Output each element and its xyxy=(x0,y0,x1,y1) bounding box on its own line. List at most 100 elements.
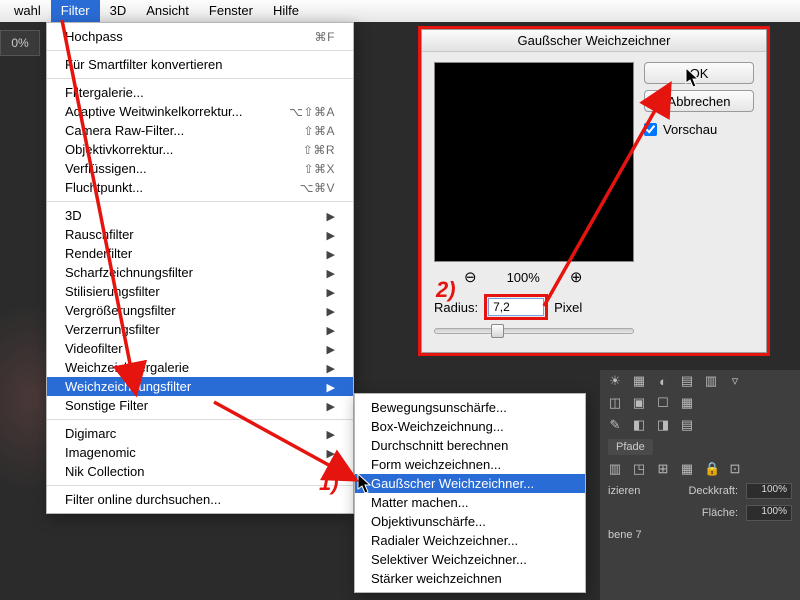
menu-wahl[interactable]: wahl xyxy=(4,0,51,22)
filter-menu-item[interactable]: Filter online durchsuchen... xyxy=(47,490,353,509)
chevron-right-icon: ▶ xyxy=(327,325,335,337)
filter-menu-item[interactable]: Adaptive Weitwinkelkorrektur...⌥⇧⌘A xyxy=(47,102,353,121)
filter-menu-item[interactable]: Objektivkorrektur...⇧⌘R xyxy=(47,140,353,159)
panel-icon[interactable]: ☀ xyxy=(608,373,622,389)
zoom-percent: 100% xyxy=(507,270,540,285)
panel-icon[interactable]: ⊞ xyxy=(656,461,670,477)
filter-menu-item[interactable]: Fluchtpunkt...⌥⌘V xyxy=(47,178,353,197)
blur-submenu-item[interactable]: Bewegungsunschärfe... xyxy=(355,398,585,417)
filter-menu-item[interactable]: Verzerrungsfilter▶ xyxy=(47,320,353,339)
panel-icon[interactable]: ◨ xyxy=(656,417,670,433)
blur-submenu-item[interactable]: Box-Weichzeichnung... xyxy=(355,417,585,436)
blur-submenu-item[interactable]: Form weichzeichnen... xyxy=(355,455,585,474)
panel-icon[interactable]: ▤ xyxy=(680,373,694,389)
filter-menu-item[interactable]: Vergrößerungsfilter▶ xyxy=(47,301,353,320)
filter-menu-item[interactable]: Hochpass⌘F xyxy=(47,27,353,46)
filter-menu-item[interactable]: Filtergalerie... xyxy=(47,83,353,102)
blur-submenu-item[interactable]: Selektiver Weichzeichner... xyxy=(355,550,585,569)
radius-input-highlight xyxy=(484,294,548,320)
right-panels: ☀ ▦ ◐ ▤ ▥ ▿ ◫ ▣ ☐ ▦ ✎ ◧ ◨ ▤ Pfade ▥ ◳ ⊞ ▦ 🔒 ⊡ izieren De… xyxy=(600,370,800,600)
chevron-right-icon: ▶ xyxy=(327,268,335,280)
panel-icon[interactable]: ▥ xyxy=(608,461,622,477)
filter-menu-item[interactable]: Videofilter▶ xyxy=(47,339,353,358)
chevron-right-icon: ▶ xyxy=(327,467,335,479)
fill-label: Fläche: xyxy=(702,507,738,519)
filter-menu-item[interactable]: Camera Raw-Filter...⇧⌘A xyxy=(47,121,353,140)
radius-input[interactable] xyxy=(488,298,544,316)
filter-menu-item[interactable]: Imagenomic▶ xyxy=(47,443,353,462)
blur-submenu-item[interactable]: Matter machen... xyxy=(355,493,585,512)
radius-slider[interactable] xyxy=(434,328,634,334)
panel-icons-row-3: ✎ ◧ ◨ ▤ xyxy=(600,414,800,436)
filter-menu-dropdown: Hochpass⌘F Für Smartfilter konvertieren Fi… xyxy=(46,22,354,514)
radius-label: Radius: xyxy=(434,300,478,315)
filter-menu-item[interactable]: 3D▶ xyxy=(47,206,353,225)
panel-icons-row-4: ▥ ◳ ⊞ ▦ 🔒 ⊡ xyxy=(600,458,800,480)
filter-menu-item[interactable]: Rauschfilter▶ xyxy=(47,225,353,244)
filter-menu-item[interactable]: Stilisierungsfilter▶ xyxy=(47,282,353,301)
dialog-title: Gaußscher Weichzeichner xyxy=(422,30,766,52)
zoom-level[interactable]: 0% xyxy=(0,30,40,56)
filter-menu-item[interactable]: Renderfilter▶ xyxy=(47,244,353,263)
chevron-right-icon: ▶ xyxy=(327,306,335,318)
cancel-button[interactable]: Abbrechen xyxy=(644,90,754,112)
chevron-right-icon: ▶ xyxy=(327,344,335,356)
gaussian-blur-dialog: Gaußscher Weichzeichner OK Abbrechen Vor… xyxy=(421,29,767,353)
layer-row[interactable]: bene 7 xyxy=(600,524,800,546)
blur-submenu-item[interactable]: Objektivunschärfe... xyxy=(355,512,585,531)
zoom-out-icon[interactable]: ⊖ xyxy=(464,268,477,286)
panel-icon[interactable]: ▦ xyxy=(680,461,694,477)
panel-icon[interactable]: ▣ xyxy=(632,395,646,411)
menu-3d[interactable]: 3D xyxy=(100,0,137,22)
blend-mode-field[interactable]: izieren xyxy=(608,485,640,497)
panel-tabs-row: Pfade xyxy=(600,436,800,458)
preview-checkbox[interactable] xyxy=(644,123,657,136)
panel-icon[interactable]: ◐ xyxy=(656,374,670,389)
panel-icon[interactable]: ◫ xyxy=(608,395,622,411)
opacity-label: Deckkraft: xyxy=(688,485,738,497)
filter-menu-item[interactable]: Verflüssigen...⇧⌘X xyxy=(47,159,353,178)
panel-icon[interactable]: ▦ xyxy=(680,395,694,411)
filter-menu-item[interactable]: Weichzeichnungsfilter▶ xyxy=(47,377,353,396)
layer-name: bene 7 xyxy=(608,529,642,541)
tab-paths[interactable]: Pfade xyxy=(608,439,653,455)
blur-submenu: Bewegungsunschärfe...Box-Weichzeichnung.… xyxy=(354,393,586,593)
filter-menu-item[interactable]: Nik Collection▶ xyxy=(47,462,353,481)
filter-menu-item[interactable]: Digimarc▶ xyxy=(47,424,353,443)
preview-area[interactable] xyxy=(434,62,634,262)
menu-fenster[interactable]: Fenster xyxy=(199,0,263,22)
blur-submenu-item[interactable]: Radialer Weichzeichner... xyxy=(355,531,585,550)
panel-icon[interactable]: ▥ xyxy=(704,373,718,389)
panel-icon[interactable]: ◳ xyxy=(632,461,646,477)
blur-submenu-item[interactable]: Durchschnitt berechnen xyxy=(355,436,585,455)
filter-menu-item[interactable]: Scharfzeichnungsfilter▶ xyxy=(47,263,353,282)
panel-icon[interactable]: ▤ xyxy=(680,417,694,433)
blur-submenu-item[interactable]: Stärker weichzeichnen xyxy=(355,569,585,588)
panel-icon[interactable]: ▦ xyxy=(632,373,646,389)
panel-icon[interactable]: ⊡ xyxy=(728,461,742,477)
menu-separator xyxy=(47,419,353,420)
dialog-highlight-frame: Gaußscher Weichzeichner OK Abbrechen Vor… xyxy=(418,26,770,356)
menu-ansicht[interactable]: Ansicht xyxy=(136,0,199,22)
preview-checkbox-row[interactable]: Vorschau xyxy=(644,122,754,137)
panel-icon[interactable]: 🔒 xyxy=(704,461,718,477)
adjustment-icons-row: ☀ ▦ ◐ ▤ ▥ ▿ xyxy=(600,370,800,392)
menu-filter[interactable]: Filter xyxy=(51,0,100,22)
opacity-value[interactable]: 100% xyxy=(746,483,792,499)
menu-hilfe[interactable]: Hilfe xyxy=(263,0,309,22)
panel-icon[interactable]: ✎ xyxy=(608,417,622,433)
ok-button[interactable]: OK xyxy=(644,62,754,84)
panel-icon[interactable]: ▿ xyxy=(728,373,742,389)
blur-submenu-item[interactable]: Gaußscher Weichzeichner... xyxy=(355,474,585,493)
chevron-right-icon: ▶ xyxy=(327,230,335,242)
radius-slider-thumb[interactable] xyxy=(491,324,504,338)
menu-separator xyxy=(47,485,353,486)
filter-menu-item[interactable]: Weichzeichnergalerie▶ xyxy=(47,358,353,377)
zoom-in-icon[interactable]: ⊕ xyxy=(570,268,583,286)
filter-menu-item[interactable]: Sonstige Filter▶ xyxy=(47,396,353,415)
panel-icon[interactable]: ◧ xyxy=(632,417,646,433)
chevron-right-icon: ▶ xyxy=(327,249,335,261)
panel-icon[interactable]: ☐ xyxy=(656,395,670,411)
fill-value[interactable]: 100% xyxy=(746,505,792,521)
filter-menu-item[interactable]: Für Smartfilter konvertieren xyxy=(47,55,353,74)
